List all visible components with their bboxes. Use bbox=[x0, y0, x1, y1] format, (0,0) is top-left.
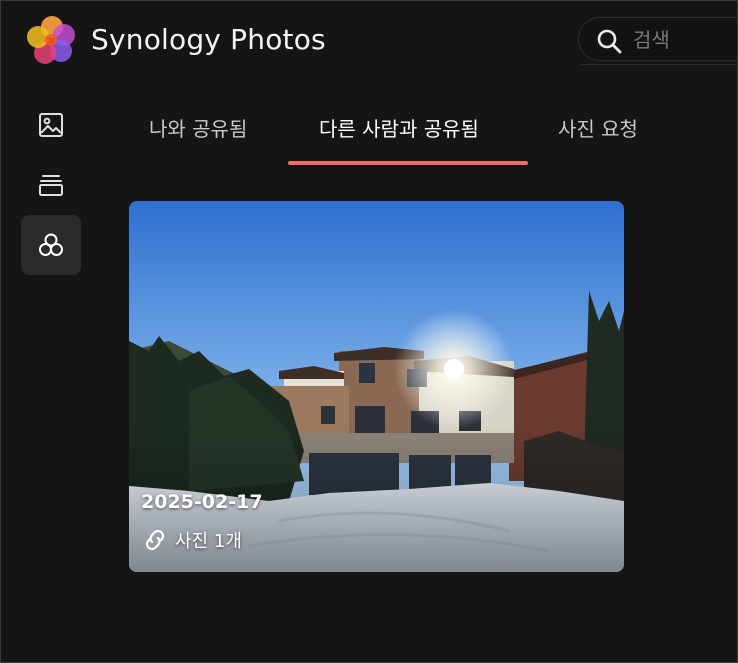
sidebar-item-albums[interactable] bbox=[21, 155, 81, 215]
shared-item-date: 2025-02-17 bbox=[141, 491, 263, 513]
active-tab-indicator bbox=[288, 161, 528, 165]
tab-shared-with-others[interactable]: 다른 사람과 공유됨 bbox=[319, 113, 479, 143]
albums-icon bbox=[39, 175, 63, 196]
sidebar-item-sharing[interactable] bbox=[21, 215, 81, 275]
share-link-icon bbox=[145, 529, 165, 551]
shared-item-meta: 사진 1개 bbox=[141, 527, 242, 553]
shared-photo-thumbnail bbox=[129, 201, 624, 572]
shared-item-count: 사진 1개 bbox=[175, 531, 242, 552]
synology-photos-logo[interactable] bbox=[25, 13, 79, 67]
photo-icon bbox=[39, 113, 63, 137]
search-icon bbox=[597, 29, 622, 54]
tab-photo-requests[interactable]: 사진 요청 bbox=[558, 113, 638, 143]
search-input[interactable] bbox=[631, 24, 737, 56]
sidebar-item-photos[interactable] bbox=[21, 95, 81, 155]
header-divider bbox=[581, 64, 737, 65]
sharing-icon bbox=[39, 233, 63, 256]
tab-shared-with-me[interactable]: 나와 공유됨 bbox=[149, 113, 247, 143]
shared-item-card[interactable]: 2025-02-17 사진 1개 bbox=[129, 201, 624, 572]
app-window: Synology Photos 나와 공유됨 다른 사람과 공유됨 bbox=[0, 0, 738, 663]
app-title: Synology Photos bbox=[91, 23, 326, 56]
search-box[interactable] bbox=[578, 17, 737, 61]
